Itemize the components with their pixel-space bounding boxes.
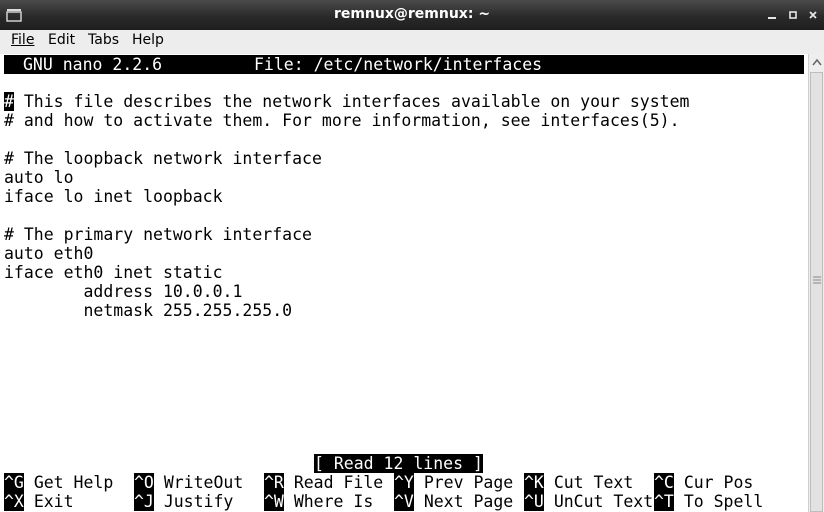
shortcut-prev-page[interactable]: ^Y Prev Page xyxy=(394,473,513,492)
scroll-grip-icon xyxy=(813,276,821,284)
scroll-thumb[interactable] xyxy=(810,72,823,512)
file-line-8[interactable]: # The primary network interface xyxy=(4,225,312,244)
file-line-12[interactable]: netmask 255.255.255.0 xyxy=(4,301,292,320)
nano-version: GNU nano 2.2.6 xyxy=(23,55,163,74)
menu-edit[interactable]: Edit xyxy=(47,32,76,48)
menu-file[interactable]: File xyxy=(10,32,35,48)
shortcut-justify[interactable]: ^J Justify xyxy=(134,492,233,511)
nano-file-label: File: /etc/network/interfaces xyxy=(254,55,543,74)
shortcut-cut-text[interactable]: ^K Cut Text xyxy=(524,473,633,492)
file-line-9[interactable]: auto eth0 xyxy=(4,244,93,263)
file-line-4[interactable]: # The loopback network interface xyxy=(4,149,322,168)
shortcut-read-file[interactable]: ^R Read File xyxy=(264,473,383,492)
vertical-scrollbar[interactable] xyxy=(808,54,824,512)
close-icon[interactable] xyxy=(806,9,820,21)
title-bar[interactable]: remnux@remnux: ~ xyxy=(0,0,824,30)
shortcut-writeout[interactable]: ^O WriteOut xyxy=(134,473,243,492)
menu-tabs[interactable]: Tabs xyxy=(87,32,120,48)
menu-bar: File Edit Tabs Help xyxy=(0,30,824,55)
file-line-11[interactable]: address 10.0.0.1 xyxy=(4,282,242,301)
text-cursor: # xyxy=(4,92,14,111)
maximize-icon[interactable] xyxy=(786,9,800,21)
window-title: remnux@remnux: ~ xyxy=(333,6,491,22)
file-line-5[interactable]: auto lo xyxy=(4,168,74,187)
shortcut-cur-pos[interactable]: ^C Cur Pos xyxy=(654,473,753,492)
shortcut-where-is[interactable]: ^W Where Is xyxy=(264,492,373,511)
shortcut-uncut-text[interactable]: ^U UnCut Text xyxy=(524,492,653,511)
status-message: [ Read 12 lines ] xyxy=(314,454,483,473)
menu-help[interactable]: Help xyxy=(131,32,165,48)
file-line-1[interactable]: # This file describes the network interf… xyxy=(4,92,689,111)
nano-header-bar: GNU nano 2.2.6 File: /etc/network/interfa… xyxy=(4,55,804,74)
shortcut-exit[interactable]: ^X Exit xyxy=(4,492,74,511)
shortcut-next-page[interactable]: ^V Next Page xyxy=(394,492,513,511)
file-line-6[interactable]: iface lo inet loopback xyxy=(4,187,223,206)
scroll-up-arrow-icon[interactable] xyxy=(812,58,822,66)
minimize-icon[interactable] xyxy=(765,9,779,21)
file-line-2[interactable]: # and how to activate them. For more inf… xyxy=(4,111,680,130)
shortcut-get-help[interactable]: ^G Get Help xyxy=(4,473,113,492)
file-line-10[interactable]: iface eth0 inet static xyxy=(4,263,223,282)
shortcut-to-spell[interactable]: ^T To Spell xyxy=(654,492,763,511)
